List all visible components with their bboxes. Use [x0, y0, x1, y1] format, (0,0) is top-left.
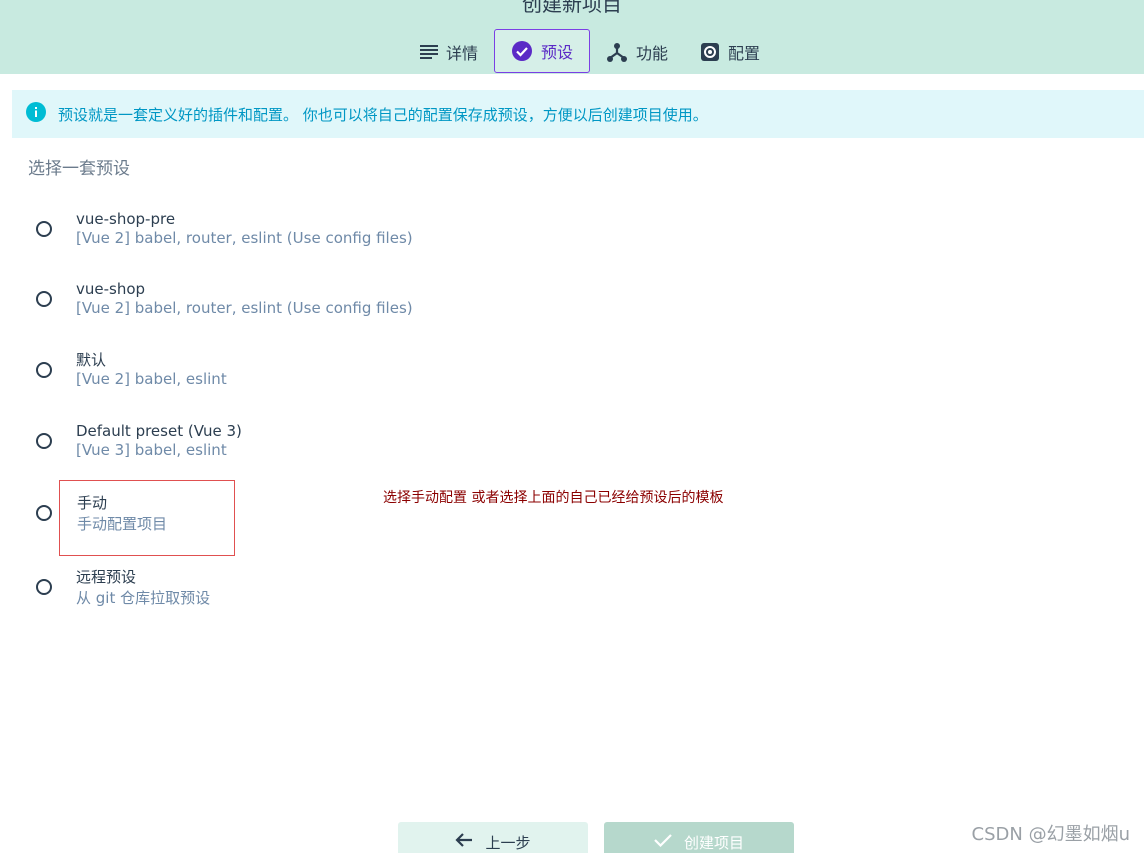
preset-option[interactable]: vue-shop [Vue 2] babel, router, eslint (… — [36, 280, 413, 318]
preset-desc: [Vue 3] babel, eslint — [76, 441, 227, 459]
header: 创建新项目 详情 预设 功能 配置 — [0, 0, 1144, 74]
preset-desc: 从 git 仓库拉取预设 — [76, 589, 211, 607]
annotation-text: 选择手动配置 或者选择上面的自己已经给预设后的模板 — [383, 490, 724, 506]
check-circle-icon — [511, 40, 533, 62]
check-icon — [654, 833, 672, 851]
radio-button[interactable] — [36, 579, 52, 595]
arrow-left-icon — [455, 832, 473, 852]
fork-icon — [606, 41, 628, 63]
annotation-highlight-box — [59, 480, 235, 556]
tab-label: 详情 — [446, 43, 479, 63]
preset-desc: [Vue 2] babel, router, eslint (Use confi… — [76, 229, 413, 247]
preset-name: 远程预设 — [76, 568, 137, 586]
preset-name: vue-shop-pre — [76, 210, 176, 228]
previous-button-label: 上一步 — [485, 833, 531, 852]
info-text: 预设就是一套定义好的插件和配置。 你也可以将自己的配置保存成预设，方便以后创建项… — [58, 105, 708, 124]
preset-option[interactable]: 远程预设 从 git 仓库拉取预设 — [36, 568, 210, 608]
info-icon — [26, 102, 46, 126]
tab-details[interactable]: 详情 — [404, 29, 494, 74]
previous-button[interactable]: 上一步 — [398, 822, 588, 853]
tab-config[interactable]: 配置 — [684, 29, 776, 74]
create-project-button-label: 创建项目 — [683, 833, 744, 852]
create-project-button[interactable]: 创建项目 — [604, 822, 794, 853]
tab-label: 配置 — [728, 43, 761, 63]
preset-desc: [Vue 2] babel, router, eslint (Use confi… — [76, 299, 413, 317]
preset-option[interactable]: vue-shop-pre [Vue 2] babel, router, esli… — [36, 210, 413, 248]
tab-label: 预设 — [541, 43, 574, 62]
preset-name: 默认 — [76, 351, 107, 369]
preset-name: vue-shop — [76, 280, 146, 298]
radio-button[interactable] — [36, 505, 52, 521]
radio-button[interactable] — [36, 362, 52, 378]
radio-button[interactable] — [36, 433, 52, 449]
gear-icon — [700, 42, 720, 62]
tab-label: 功能 — [636, 43, 669, 63]
preset-name: Default preset (Vue 3) — [76, 422, 242, 440]
list-icon — [420, 44, 438, 59]
tab-features[interactable]: 功能 — [590, 29, 684, 74]
tab-presets[interactable]: 预设 — [494, 29, 591, 73]
preset-option[interactable]: 默认 [Vue 2] babel, eslint — [36, 351, 227, 389]
preset-option[interactable]: Default preset (Vue 3) [Vue 3] babel, es… — [36, 422, 242, 460]
step-tabs: 详情 预设 功能 配置 — [404, 29, 776, 74]
info-banner: 预设就是一套定义好的插件和配置。 你也可以将自己的配置保存成预设，方便以后创建项… — [12, 90, 1144, 138]
watermark: CSDN @幻墨如烟u — [971, 824, 1130, 845]
radio-button[interactable] — [36, 291, 52, 307]
section-title: 选择一套预设 — [28, 159, 130, 179]
radio-button[interactable] — [36, 221, 52, 237]
preset-desc: [Vue 2] babel, eslint — [76, 370, 227, 388]
page-title: 创建新项目 — [522, 0, 622, 16]
